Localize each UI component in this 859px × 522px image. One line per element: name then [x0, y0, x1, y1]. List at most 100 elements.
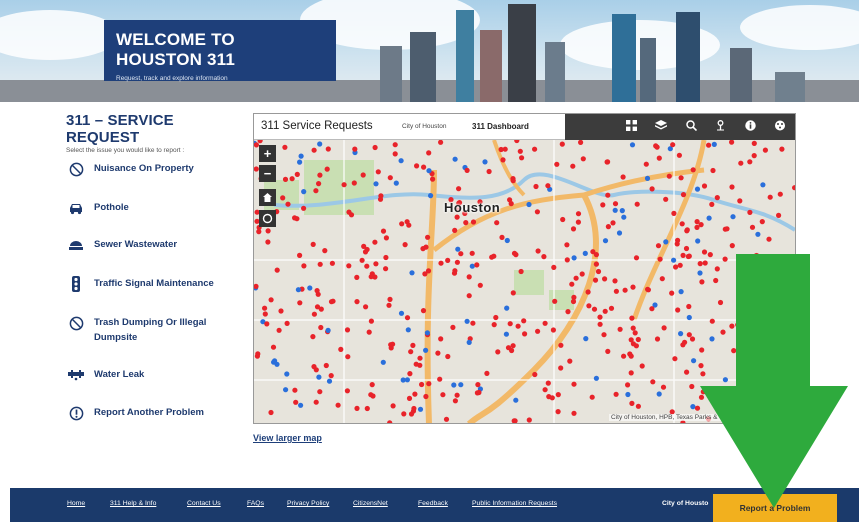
- open-request-point[interactable]: [484, 370, 490, 376]
- open-request-point[interactable]: [294, 171, 300, 177]
- closed-request-point[interactable]: [706, 215, 712, 221]
- open-request-point[interactable]: [324, 166, 330, 172]
- closed-request-point[interactable]: [694, 186, 701, 192]
- open-request-point[interactable]: [671, 210, 677, 216]
- open-request-point[interactable]: [454, 259, 460, 265]
- closed-request-point[interactable]: [405, 327, 411, 333]
- open-request-point[interactable]: [680, 192, 687, 198]
- open-request-point[interactable]: [533, 183, 539, 190]
- open-request-point[interactable]: [274, 267, 280, 273]
- open-request-point[interactable]: [571, 410, 577, 416]
- open-request-point[interactable]: [268, 297, 274, 303]
- open-request-point[interactable]: [404, 219, 410, 225]
- open-request-point[interactable]: [635, 336, 641, 343]
- closed-request-point[interactable]: [298, 402, 304, 408]
- open-request-point[interactable]: [311, 311, 317, 317]
- open-request-point[interactable]: [458, 251, 464, 257]
- closed-request-point[interactable]: [755, 231, 761, 237]
- open-request-point[interactable]: [589, 394, 595, 400]
- open-request-point[interactable]: [378, 193, 384, 199]
- open-request-point[interactable]: [673, 264, 679, 270]
- open-request-point[interactable]: [372, 144, 378, 151]
- open-request-point[interactable]: [777, 191, 783, 197]
- open-request-point[interactable]: [495, 349, 501, 355]
- open-request-point[interactable]: [317, 172, 323, 178]
- closed-request-point[interactable]: [629, 142, 636, 148]
- closed-request-point[interactable]: [380, 359, 386, 365]
- closed-request-point[interactable]: [503, 331, 509, 337]
- open-request-point[interactable]: [463, 220, 469, 226]
- open-request-point[interactable]: [570, 163, 576, 169]
- open-request-point[interactable]: [663, 196, 669, 202]
- open-request-point[interactable]: [311, 147, 317, 153]
- closed-request-point[interactable]: [423, 347, 429, 353]
- issue-water-leak[interactable]: Water Leak: [68, 367, 229, 383]
- open-request-point[interactable]: [345, 354, 351, 360]
- open-request-point[interactable]: [675, 307, 681, 313]
- open-request-point[interactable]: [686, 332, 692, 338]
- open-request-point[interactable]: [510, 178, 516, 184]
- open-request-point[interactable]: [348, 212, 355, 218]
- open-request-point[interactable]: [559, 141, 565, 147]
- closed-request-point[interactable]: [464, 318, 470, 324]
- issue-report-another-problem[interactable]: Report Another Problem: [68, 405, 229, 421]
- open-request-point[interactable]: [313, 188, 319, 194]
- open-request-point[interactable]: [570, 226, 577, 232]
- open-request-point[interactable]: [519, 155, 525, 161]
- open-request-point[interactable]: [579, 271, 585, 277]
- closed-request-point[interactable]: [301, 189, 307, 195]
- open-request-point[interactable]: [601, 332, 607, 338]
- open-request-point[interactable]: [278, 308, 284, 314]
- closed-request-point[interactable]: [504, 237, 510, 244]
- open-request-point[interactable]: [532, 146, 538, 152]
- open-request-point[interactable]: [534, 209, 540, 215]
- open-request-point[interactable]: [674, 241, 680, 247]
- open-request-point[interactable]: [586, 303, 592, 309]
- open-request-point[interactable]: [751, 140, 757, 146]
- footer-link-public-info[interactable]: Public Information Requests: [472, 500, 557, 507]
- open-request-point[interactable]: [443, 416, 450, 422]
- open-request-point[interactable]: [475, 382, 481, 388]
- open-request-point[interactable]: [686, 303, 692, 310]
- open-request-point[interactable]: [438, 336, 444, 342]
- open-request-point[interactable]: [617, 326, 623, 332]
- open-request-point[interactable]: [554, 161, 560, 167]
- open-request-point[interactable]: [632, 330, 638, 336]
- open-request-point[interactable]: [292, 387, 298, 393]
- open-request-point[interactable]: [310, 334, 316, 340]
- view-larger-map-link[interactable]: View larger map: [253, 433, 322, 443]
- closed-request-point[interactable]: [602, 238, 609, 244]
- open-request-point[interactable]: [452, 268, 458, 274]
- open-request-point[interactable]: [630, 284, 636, 290]
- open-request-point[interactable]: [564, 257, 570, 263]
- open-request-point[interactable]: [318, 324, 324, 331]
- open-request-point[interactable]: [325, 146, 331, 152]
- open-request-point[interactable]: [470, 219, 477, 225]
- closed-request-point[interactable]: [625, 391, 631, 398]
- closed-request-point[interactable]: [616, 230, 623, 236]
- open-request-point[interactable]: [438, 260, 444, 266]
- open-request-point[interactable]: [420, 308, 427, 314]
- open-request-point[interactable]: [383, 235, 389, 241]
- open-request-point[interactable]: [454, 214, 460, 220]
- info-icon[interactable]: [741, 120, 759, 134]
- open-request-point[interactable]: [301, 263, 307, 269]
- open-request-point[interactable]: [301, 205, 307, 211]
- open-request-point[interactable]: [567, 358, 573, 364]
- open-request-point[interactable]: [659, 276, 665, 282]
- closed-request-point[interactable]: [326, 378, 333, 384]
- open-request-point[interactable]: [399, 221, 405, 227]
- open-request-point[interactable]: [656, 155, 662, 161]
- open-request-point[interactable]: [630, 325, 636, 331]
- open-request-point[interactable]: [311, 364, 317, 370]
- open-request-point[interactable]: [633, 255, 640, 261]
- issue-traffic-signal-maintenance[interactable]: Traffic Signal Maintenance: [68, 276, 229, 292]
- open-request-point[interactable]: [386, 302, 392, 308]
- open-request-point[interactable]: [268, 409, 274, 416]
- search-icon[interactable]: [682, 120, 700, 134]
- open-request-point[interactable]: [558, 342, 564, 348]
- open-request-point[interactable]: [657, 256, 663, 262]
- open-request-point[interactable]: [373, 261, 379, 267]
- open-request-point[interactable]: [762, 147, 768, 153]
- open-request-point[interactable]: [751, 153, 757, 159]
